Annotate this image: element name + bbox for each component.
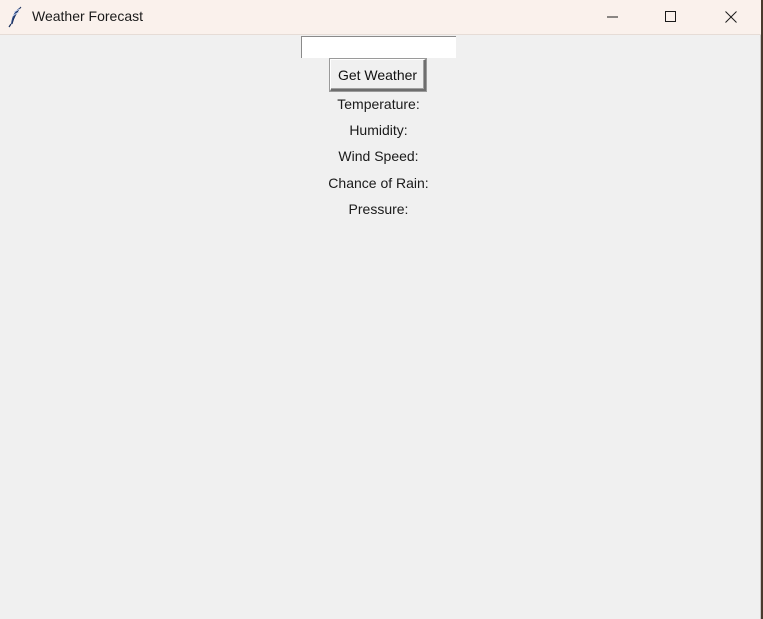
window-title: Weather Forecast [32, 8, 144, 24]
close-button[interactable] [708, 0, 754, 34]
app-window: Weather Forecast Get Weather Temperature… [0, 0, 761, 619]
chance-of-rain-label: Chance of Rain: [328, 175, 429, 191]
temperature-label: Temperature: [337, 96, 420, 112]
city-input[interactable] [301, 36, 456, 58]
close-icon [725, 11, 737, 23]
maximize-icon [665, 11, 676, 22]
title-bar[interactable]: Weather Forecast [0, 0, 761, 35]
pressure-label: Pressure: [348, 201, 409, 217]
maximize-button[interactable] [648, 0, 694, 34]
get-weather-button[interactable]: Get Weather [330, 59, 426, 91]
feather-icon [8, 6, 24, 28]
main-content: Get Weather Temperature: Humidity: Wind … [0, 35, 761, 619]
humidity-label: Humidity: [349, 122, 408, 138]
wind-speed-label: Wind Speed: [338, 148, 419, 164]
minimize-button[interactable] [590, 0, 636, 34]
minimize-icon [607, 16, 618, 18]
